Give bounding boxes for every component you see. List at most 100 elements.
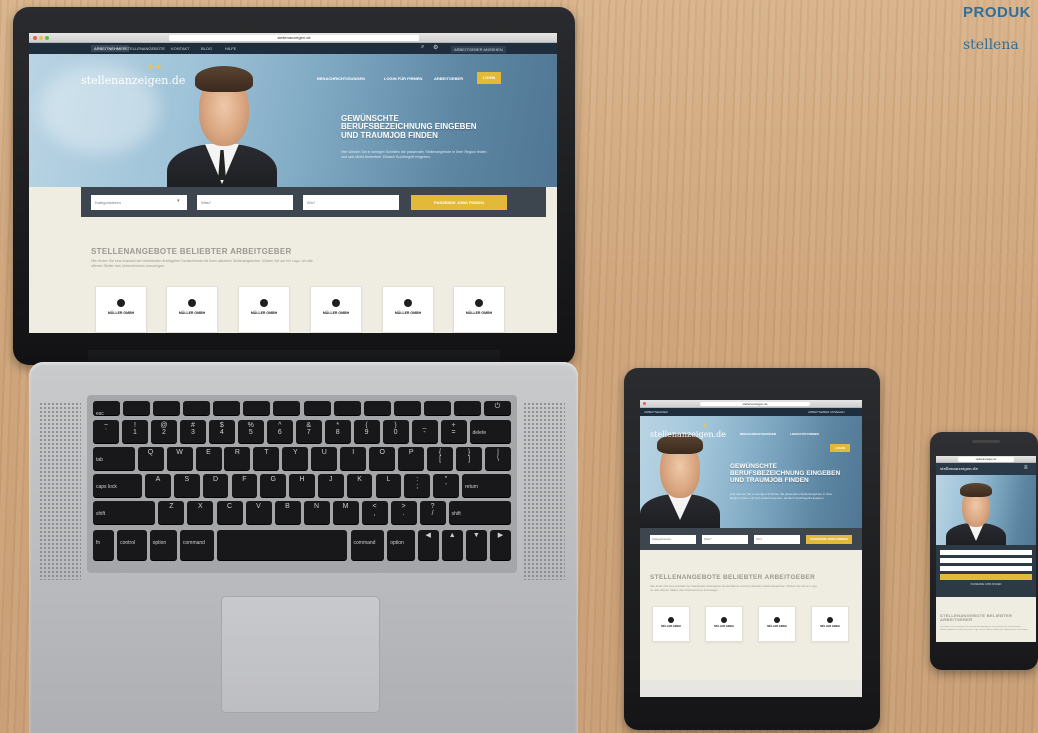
key-V[interactable]: V bbox=[245, 501, 272, 524]
search-icon[interactable]: ⌕ bbox=[421, 44, 424, 51]
employer-card[interactable]: MÜLLER GMBH bbox=[811, 606, 849, 642]
key-P[interactable]: P bbox=[398, 447, 425, 470]
find-jobs-button[interactable] bbox=[940, 574, 1032, 580]
key-⏻[interactable]: ⏻ bbox=[483, 401, 511, 415]
key-M[interactable]: M bbox=[332, 501, 359, 524]
address-bar[interactable]: stellenanzeigen.de bbox=[169, 35, 419, 41]
key-A[interactable]: A bbox=[145, 474, 171, 497]
key-fn[interactable]: fn bbox=[93, 530, 115, 560]
key->.[interactable]: > . bbox=[390, 501, 417, 524]
key-D[interactable]: D bbox=[202, 474, 229, 497]
phone-search-link[interactable]: PASSENDE JOBS FINDEN bbox=[936, 583, 1036, 586]
topnav-item[interactable]: HILFE bbox=[225, 46, 236, 51]
find-jobs-button[interactable]: PASSENDE JOBS FINDEN bbox=[411, 195, 507, 210]
key-Y[interactable]: Y bbox=[282, 447, 309, 470]
header-link[interactable]: BENACHRICHTIGUNGEN bbox=[740, 432, 776, 436]
key-return[interactable]: return bbox=[462, 474, 511, 497]
what-input[interactable]: Was? bbox=[702, 535, 748, 544]
key-X[interactable]: X bbox=[187, 501, 214, 524]
what-input[interactable]: Was? bbox=[197, 195, 293, 210]
key-shift[interactable]: shift bbox=[448, 501, 511, 524]
topnav-item[interactable]: BLOG bbox=[201, 46, 212, 51]
topnav-employer-link[interactable]: ARBEITGEBER ANSEHEN bbox=[451, 46, 506, 53]
key-)0[interactable]: ) 0 bbox=[382, 420, 409, 443]
key-{[[interactable]: { [ bbox=[427, 447, 454, 470]
key-blank[interactable] bbox=[303, 401, 331, 415]
minimize-window-icon[interactable] bbox=[39, 36, 43, 40]
employer-card[interactable]: MÜLLER GMBH bbox=[310, 286, 362, 333]
key-!1[interactable]: ! 1 bbox=[122, 420, 148, 443]
key-I[interactable]: I bbox=[340, 447, 367, 470]
category-select[interactable]: Kategorisieren bbox=[91, 195, 187, 210]
employer-card[interactable]: MÜLLER GMBH bbox=[453, 286, 505, 333]
topnav-employer-link[interactable]: ARBEITGEBER ANSEHEN bbox=[808, 410, 845, 414]
key-G[interactable]: G bbox=[260, 474, 287, 497]
topnav-item[interactable]: ARBEITNEHMER bbox=[91, 45, 129, 52]
close-window-icon[interactable] bbox=[33, 36, 37, 40]
key-}][interactable]: } ] bbox=[456, 447, 483, 470]
key-blank[interactable] bbox=[333, 401, 361, 415]
key-blank[interactable] bbox=[123, 401, 151, 415]
key-esc[interactable]: esc bbox=[93, 401, 121, 415]
key-blank[interactable] bbox=[363, 401, 391, 415]
key-|\[interactable]: | \ bbox=[485, 447, 511, 470]
key-option[interactable]: option bbox=[149, 530, 177, 560]
key-Z[interactable]: Z bbox=[158, 501, 185, 524]
key-W[interactable]: W bbox=[166, 447, 193, 470]
key-H[interactable]: H bbox=[289, 474, 315, 497]
key-O[interactable]: O bbox=[369, 447, 396, 470]
key-$4[interactable]: $ 4 bbox=[208, 420, 235, 443]
key-U[interactable]: U bbox=[311, 447, 338, 470]
key-▼[interactable]: ▼ bbox=[465, 530, 487, 560]
maximize-window-icon[interactable] bbox=[45, 36, 49, 40]
key-S[interactable]: S bbox=[173, 474, 200, 497]
key-?/[interactable]: ? / bbox=[419, 501, 446, 524]
key-shift[interactable]: shift bbox=[93, 501, 156, 524]
key-C[interactable]: C bbox=[216, 501, 243, 524]
key-blank[interactable] bbox=[216, 530, 348, 560]
key-(9[interactable]: ( 9 bbox=[353, 420, 380, 443]
topnav-item[interactable]: ARBEITNEHMER bbox=[644, 410, 668, 414]
key-▲[interactable]: ▲ bbox=[441, 530, 463, 560]
header-link[interactable]: BENACHRICHTIGUNGEN bbox=[317, 76, 365, 81]
employer-card[interactable]: MÜLLER GMBH bbox=[758, 606, 796, 642]
key-~`[interactable]: ~ ` bbox=[93, 420, 119, 443]
key-N[interactable]: N bbox=[303, 501, 330, 524]
key-blank[interactable] bbox=[423, 401, 451, 415]
topnav-item[interactable]: KONTAKT bbox=[171, 46, 190, 51]
tablet-address-bar[interactable]: stellenanzeigen.de bbox=[700, 402, 810, 406]
key-L[interactable]: L bbox=[375, 474, 402, 497]
key-blank[interactable] bbox=[183, 401, 211, 415]
close-window-icon[interactable] bbox=[643, 402, 646, 405]
key-@2[interactable]: @ 2 bbox=[150, 420, 177, 443]
key-K[interactable]: K bbox=[346, 474, 373, 497]
key-F[interactable]: F bbox=[231, 474, 258, 497]
key-▶[interactable]: ▶ bbox=[489, 530, 511, 560]
key-caps-lock[interactable]: caps lock bbox=[93, 474, 142, 497]
key-E[interactable]: E bbox=[195, 447, 222, 470]
find-jobs-button[interactable]: PASSENDE JOBS FINDEN bbox=[806, 535, 852, 544]
key-blank[interactable] bbox=[393, 401, 421, 415]
key-#3[interactable]: # 3 bbox=[179, 420, 206, 443]
where-input[interactable]: Wo? bbox=[754, 535, 800, 544]
key-control[interactable]: control bbox=[117, 530, 147, 560]
key-Q[interactable]: Q bbox=[137, 447, 164, 470]
key-<,[interactable]: < , bbox=[361, 501, 388, 524]
employer-card[interactable]: MÜLLER GMBH bbox=[166, 286, 218, 333]
key-blank[interactable] bbox=[273, 401, 301, 415]
employer-card[interactable]: MÜLLER GMBH bbox=[705, 606, 743, 642]
key-◀[interactable]: ◀ bbox=[417, 530, 439, 560]
key-command[interactable]: command bbox=[180, 530, 214, 560]
login-button[interactable]: LOGIN bbox=[830, 444, 850, 452]
category-select[interactable] bbox=[940, 550, 1032, 555]
key-blank[interactable] bbox=[453, 401, 481, 415]
key-tab[interactable]: tab bbox=[93, 447, 135, 470]
header-link[interactable]: ARBEITGEBER bbox=[434, 76, 463, 81]
key-_-[interactable]: _ - bbox=[411, 420, 438, 443]
gear-icon[interactable]: ⚙ bbox=[433, 44, 438, 51]
employer-card[interactable]: MÜLLER GMBH bbox=[652, 606, 690, 642]
key-:;[interactable]: : ; bbox=[404, 474, 431, 497]
key-blank[interactable] bbox=[213, 401, 241, 415]
key-&7[interactable]: & 7 bbox=[295, 420, 322, 443]
key-blank[interactable] bbox=[243, 401, 271, 415]
